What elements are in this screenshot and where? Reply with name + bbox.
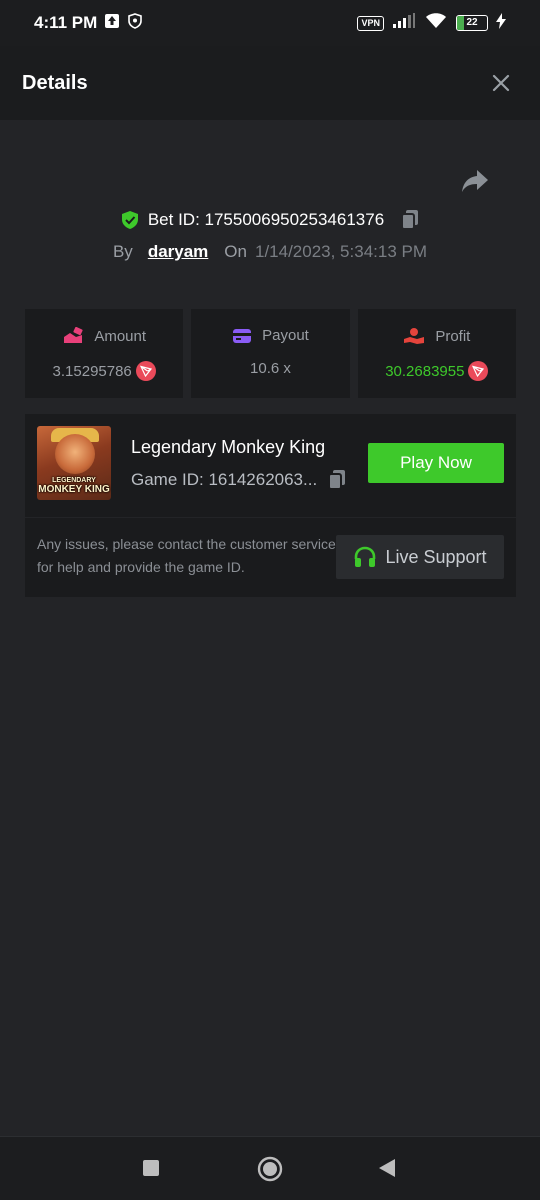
bet-id-row: Bet ID: 1755006950253461376: [0, 205, 540, 235]
status-bar: 4:11 PM VPN 22: [0, 0, 540, 46]
share-icon: [462, 170, 488, 192]
back-button[interactable]: [378, 1158, 396, 1183]
game-id: Game ID: 1614262063...: [131, 470, 318, 489]
live-support-label: Live Support: [385, 546, 487, 567]
help-text: Any issues, please contact the customer …: [37, 536, 336, 575]
payout-label: Payout: [262, 327, 309, 344]
username-link[interactable]: daryam: [148, 242, 208, 262]
battery-percent: 22: [466, 17, 478, 28]
profit-icon: [404, 328, 425, 344]
recents-icon: [143, 1160, 159, 1176]
copy-game-id-button[interactable]: [327, 469, 347, 491]
copy-bet-id-button[interactable]: [400, 209, 420, 231]
bet-meta-row: By daryam On 1/14/2023, 5:34:13 PM: [0, 238, 540, 266]
close-icon: [492, 74, 510, 92]
bet-date: 1/14/2023, 5:34:13 PM: [254, 242, 428, 261]
upload-notification-icon: [104, 13, 120, 34]
tron-coin-icon: [135, 361, 156, 381]
shield-notification-icon: [127, 12, 143, 34]
status-time: 4:11 PM: [34, 13, 98, 32]
home-icon: [257, 1156, 283, 1182]
wifi-icon: [424, 12, 448, 35]
amount-label: Amount: [94, 327, 147, 345]
details-header: Details: [0, 46, 540, 120]
on-label: On: [224, 242, 247, 261]
payout-card: Payout 10.6 x: [191, 309, 350, 398]
headset-icon: [355, 546, 376, 567]
recents-button[interactable]: [142, 1159, 160, 1182]
game-id-row: Game ID: 1614262063...: [131, 469, 347, 491]
profit-card: Profit 30.2683955: [357, 309, 516, 398]
copy-icon: [328, 470, 346, 490]
amount-card: Amount 3.15295786: [25, 309, 184, 398]
live-support-button[interactable]: Live Support: [336, 535, 504, 579]
share-button[interactable]: [460, 168, 494, 198]
game-title: Legendary Monkey King: [131, 437, 326, 457]
amount-icon: [64, 327, 83, 343]
back-icon: [379, 1159, 395, 1177]
tron-coin-icon: [468, 361, 489, 381]
system-nav-bar: [0, 1136, 540, 1200]
verified-shield-icon: [121, 211, 138, 229]
signal-icon: [392, 12, 416, 34]
battery-icon: 22: [456, 15, 488, 31]
charging-icon: [496, 12, 506, 34]
game-thumbnail[interactable]: LEGENDARY MONKEY KING: [37, 426, 111, 500]
home-button[interactable]: [257, 1156, 283, 1187]
by-label: By: [112, 242, 133, 261]
vpn-icon: VPN: [357, 15, 384, 31]
page-title: Details: [22, 71, 88, 94]
profit-value: 30.2683955: [385, 362, 465, 380]
play-now-button[interactable]: Play Now: [368, 443, 504, 483]
amount-value: 3.15295786: [52, 362, 132, 380]
payout-icon: [233, 328, 252, 343]
bet-id: Bet ID: 1755006950253461376: [147, 210, 385, 229]
copy-icon: [401, 210, 419, 230]
game-card: LEGENDARY MONKEY KING Legendary Monkey K…: [25, 414, 516, 597]
divider: [25, 517, 516, 518]
profit-label: Profit: [435, 327, 471, 345]
close-button[interactable]: [484, 66, 518, 100]
payout-value: 10.6 x: [250, 360, 291, 377]
stats-row: Amount 3.15295786 Payout 10.6 x Profit 3…: [25, 309, 516, 398]
thumbnail-caption: MONKEY KING: [38, 484, 110, 495]
